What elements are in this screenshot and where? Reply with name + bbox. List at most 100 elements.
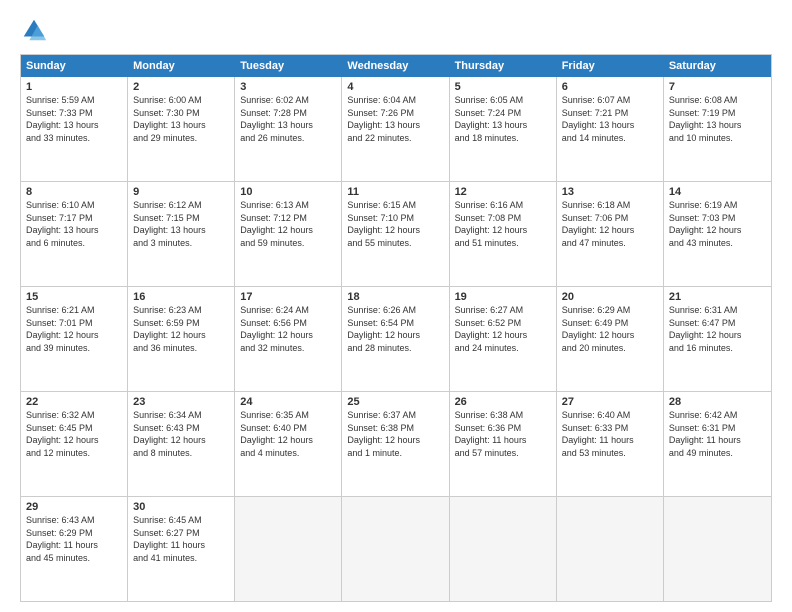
logo-icon (20, 16, 48, 44)
calendar-cell-1: 1Sunrise: 5:59 AMSunset: 7:33 PMDaylight… (21, 77, 128, 181)
cell-info: Sunrise: 6:27 AMSunset: 6:52 PMDaylight:… (455, 304, 551, 354)
header-day-tuesday: Tuesday (235, 55, 342, 77)
calendar-cell-9: 9Sunrise: 6:12 AMSunset: 7:15 PMDaylight… (128, 182, 235, 286)
cell-info: Sunrise: 6:13 AMSunset: 7:12 PMDaylight:… (240, 199, 336, 249)
cell-info: Sunrise: 6:18 AMSunset: 7:06 PMDaylight:… (562, 199, 658, 249)
cell-info: Sunrise: 5:59 AMSunset: 7:33 PMDaylight:… (26, 94, 122, 144)
day-number: 18 (347, 291, 443, 303)
day-number: 5 (455, 81, 551, 93)
cell-info: Sunrise: 6:24 AMSunset: 6:56 PMDaylight:… (240, 304, 336, 354)
day-number: 13 (562, 186, 658, 198)
header-day-monday: Monday (128, 55, 235, 77)
calendar-row-1: 1Sunrise: 5:59 AMSunset: 7:33 PMDaylight… (21, 77, 771, 182)
day-number: 28 (669, 396, 766, 408)
day-number: 11 (347, 186, 443, 198)
day-number: 2 (133, 81, 229, 93)
calendar-cell-23: 23Sunrise: 6:34 AMSunset: 6:43 PMDayligh… (128, 392, 235, 496)
cell-info: Sunrise: 6:02 AMSunset: 7:28 PMDaylight:… (240, 94, 336, 144)
header-day-friday: Friday (557, 55, 664, 77)
calendar-cell-25: 25Sunrise: 6:37 AMSunset: 6:38 PMDayligh… (342, 392, 449, 496)
calendar-cell-22: 22Sunrise: 6:32 AMSunset: 6:45 PMDayligh… (21, 392, 128, 496)
cell-info: Sunrise: 6:12 AMSunset: 7:15 PMDaylight:… (133, 199, 229, 249)
day-number: 29 (26, 501, 122, 513)
cell-info: Sunrise: 6:07 AMSunset: 7:21 PMDaylight:… (562, 94, 658, 144)
cell-info: Sunrise: 6:34 AMSunset: 6:43 PMDaylight:… (133, 409, 229, 459)
calendar-cell-10: 10Sunrise: 6:13 AMSunset: 7:12 PMDayligh… (235, 182, 342, 286)
day-number: 21 (669, 291, 766, 303)
day-number: 30 (133, 501, 229, 513)
day-number: 22 (26, 396, 122, 408)
calendar-cell-19: 19Sunrise: 6:27 AMSunset: 6:52 PMDayligh… (450, 287, 557, 391)
calendar-cell-6: 6Sunrise: 6:07 AMSunset: 7:21 PMDaylight… (557, 77, 664, 181)
header-day-thursday: Thursday (450, 55, 557, 77)
calendar-cell-15: 15Sunrise: 6:21 AMSunset: 7:01 PMDayligh… (21, 287, 128, 391)
calendar-row-5: 29Sunrise: 6:43 AMSunset: 6:29 PMDayligh… (21, 497, 771, 601)
day-number: 1 (26, 81, 122, 93)
day-number: 3 (240, 81, 336, 93)
day-number: 20 (562, 291, 658, 303)
cell-info: Sunrise: 6:32 AMSunset: 6:45 PMDaylight:… (26, 409, 122, 459)
calendar-cell-24: 24Sunrise: 6:35 AMSunset: 6:40 PMDayligh… (235, 392, 342, 496)
day-number: 8 (26, 186, 122, 198)
cell-info: Sunrise: 6:19 AMSunset: 7:03 PMDaylight:… (669, 199, 766, 249)
calendar-cell-12: 12Sunrise: 6:16 AMSunset: 7:08 PMDayligh… (450, 182, 557, 286)
cell-info: Sunrise: 6:10 AMSunset: 7:17 PMDaylight:… (26, 199, 122, 249)
calendar-body: 1Sunrise: 5:59 AMSunset: 7:33 PMDaylight… (21, 77, 771, 601)
header-day-saturday: Saturday (664, 55, 771, 77)
cell-info: Sunrise: 6:00 AMSunset: 7:30 PMDaylight:… (133, 94, 229, 144)
cell-info: Sunrise: 6:15 AMSunset: 7:10 PMDaylight:… (347, 199, 443, 249)
calendar-cell-29: 29Sunrise: 6:43 AMSunset: 6:29 PMDayligh… (21, 497, 128, 601)
header-day-wednesday: Wednesday (342, 55, 449, 77)
cell-info: Sunrise: 6:04 AMSunset: 7:26 PMDaylight:… (347, 94, 443, 144)
day-number: 27 (562, 396, 658, 408)
calendar: SundayMondayTuesdayWednesdayThursdayFrid… (20, 54, 772, 602)
calendar-cell-7: 7Sunrise: 6:08 AMSunset: 7:19 PMDaylight… (664, 77, 771, 181)
day-number: 17 (240, 291, 336, 303)
cell-info: Sunrise: 6:05 AMSunset: 7:24 PMDaylight:… (455, 94, 551, 144)
day-number: 19 (455, 291, 551, 303)
calendar-cell-3: 3Sunrise: 6:02 AMSunset: 7:28 PMDaylight… (235, 77, 342, 181)
day-number: 10 (240, 186, 336, 198)
day-number: 26 (455, 396, 551, 408)
cell-info: Sunrise: 6:31 AMSunset: 6:47 PMDaylight:… (669, 304, 766, 354)
calendar-cell-empty-4-6 (664, 497, 771, 601)
day-number: 23 (133, 396, 229, 408)
calendar-cell-13: 13Sunrise: 6:18 AMSunset: 7:06 PMDayligh… (557, 182, 664, 286)
calendar-cell-empty-4-4 (450, 497, 557, 601)
cell-info: Sunrise: 6:08 AMSunset: 7:19 PMDaylight:… (669, 94, 766, 144)
day-number: 9 (133, 186, 229, 198)
cell-info: Sunrise: 6:37 AMSunset: 6:38 PMDaylight:… (347, 409, 443, 459)
header-day-sunday: Sunday (21, 55, 128, 77)
calendar-cell-empty-4-3 (342, 497, 449, 601)
calendar-cell-27: 27Sunrise: 6:40 AMSunset: 6:33 PMDayligh… (557, 392, 664, 496)
calendar-header: SundayMondayTuesdayWednesdayThursdayFrid… (21, 55, 771, 77)
calendar-cell-21: 21Sunrise: 6:31 AMSunset: 6:47 PMDayligh… (664, 287, 771, 391)
calendar-cell-8: 8Sunrise: 6:10 AMSunset: 7:17 PMDaylight… (21, 182, 128, 286)
cell-info: Sunrise: 6:38 AMSunset: 6:36 PMDaylight:… (455, 409, 551, 459)
calendar-cell-empty-4-2 (235, 497, 342, 601)
day-number: 16 (133, 291, 229, 303)
cell-info: Sunrise: 6:45 AMSunset: 6:27 PMDaylight:… (133, 514, 229, 564)
day-number: 24 (240, 396, 336, 408)
calendar-cell-16: 16Sunrise: 6:23 AMSunset: 6:59 PMDayligh… (128, 287, 235, 391)
header (20, 16, 772, 44)
cell-info: Sunrise: 6:16 AMSunset: 7:08 PMDaylight:… (455, 199, 551, 249)
calendar-cell-2: 2Sunrise: 6:00 AMSunset: 7:30 PMDaylight… (128, 77, 235, 181)
page: SundayMondayTuesdayWednesdayThursdayFrid… (0, 0, 792, 612)
day-number: 6 (562, 81, 658, 93)
day-number: 4 (347, 81, 443, 93)
calendar-cell-17: 17Sunrise: 6:24 AMSunset: 6:56 PMDayligh… (235, 287, 342, 391)
day-number: 7 (669, 81, 766, 93)
cell-info: Sunrise: 6:26 AMSunset: 6:54 PMDaylight:… (347, 304, 443, 354)
calendar-cell-18: 18Sunrise: 6:26 AMSunset: 6:54 PMDayligh… (342, 287, 449, 391)
cell-info: Sunrise: 6:29 AMSunset: 6:49 PMDaylight:… (562, 304, 658, 354)
calendar-cell-28: 28Sunrise: 6:42 AMSunset: 6:31 PMDayligh… (664, 392, 771, 496)
calendar-cell-11: 11Sunrise: 6:15 AMSunset: 7:10 PMDayligh… (342, 182, 449, 286)
day-number: 25 (347, 396, 443, 408)
calendar-cell-30: 30Sunrise: 6:45 AMSunset: 6:27 PMDayligh… (128, 497, 235, 601)
cell-info: Sunrise: 6:21 AMSunset: 7:01 PMDaylight:… (26, 304, 122, 354)
calendar-row-3: 15Sunrise: 6:21 AMSunset: 7:01 PMDayligh… (21, 287, 771, 392)
calendar-row-2: 8Sunrise: 6:10 AMSunset: 7:17 PMDaylight… (21, 182, 771, 287)
logo (20, 16, 52, 44)
calendar-cell-14: 14Sunrise: 6:19 AMSunset: 7:03 PMDayligh… (664, 182, 771, 286)
